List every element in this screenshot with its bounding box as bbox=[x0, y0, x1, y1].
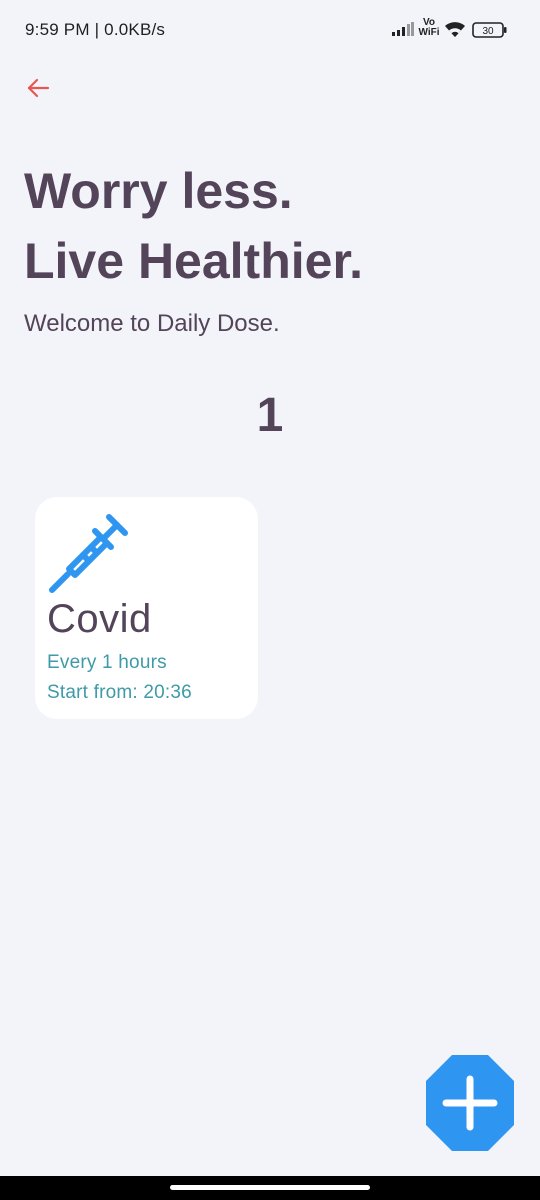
battery-icon: 30 bbox=[472, 22, 507, 38]
add-medicine-button[interactable] bbox=[426, 1055, 514, 1151]
home-indicator[interactable] bbox=[170, 1185, 370, 1190]
signal-icon bbox=[392, 22, 414, 36]
medicine-card[interactable]: Covid Every 1 hours Start from: 20:36 bbox=[35, 497, 258, 719]
status-bar: 9:59 PM | 0.0KB/s Vo WiFi 30 bbox=[0, 0, 540, 60]
vowifi-icon: Vo WiFi bbox=[417, 18, 441, 38]
plus-icon bbox=[426, 1055, 514, 1151]
vowifi-bottom-label: WiFi bbox=[418, 27, 440, 38]
battery-level: 30 bbox=[482, 26, 494, 37]
headline-line-1: Worry less. bbox=[24, 163, 293, 219]
headline: Worry less. Live Healthier. bbox=[24, 156, 363, 296]
medicine-name: Covid bbox=[47, 597, 152, 641]
back-button[interactable] bbox=[26, 76, 52, 100]
subtitle: Welcome to Daily Dose. bbox=[24, 310, 280, 337]
navigation-bar bbox=[0, 1176, 540, 1200]
syringe-icon bbox=[49, 514, 128, 593]
wifi-icon bbox=[445, 22, 465, 37]
medicine-interval: Every 1 hours bbox=[47, 652, 167, 673]
headline-line-2: Live Healthier. bbox=[24, 233, 364, 289]
medicine-count: 1 bbox=[256, 389, 284, 442]
medicine-start-time: Start from: 20:36 bbox=[47, 682, 192, 703]
status-time: 9:59 PM | 0.0KB/s bbox=[25, 20, 166, 39]
arrow-left-icon bbox=[27, 78, 50, 98]
